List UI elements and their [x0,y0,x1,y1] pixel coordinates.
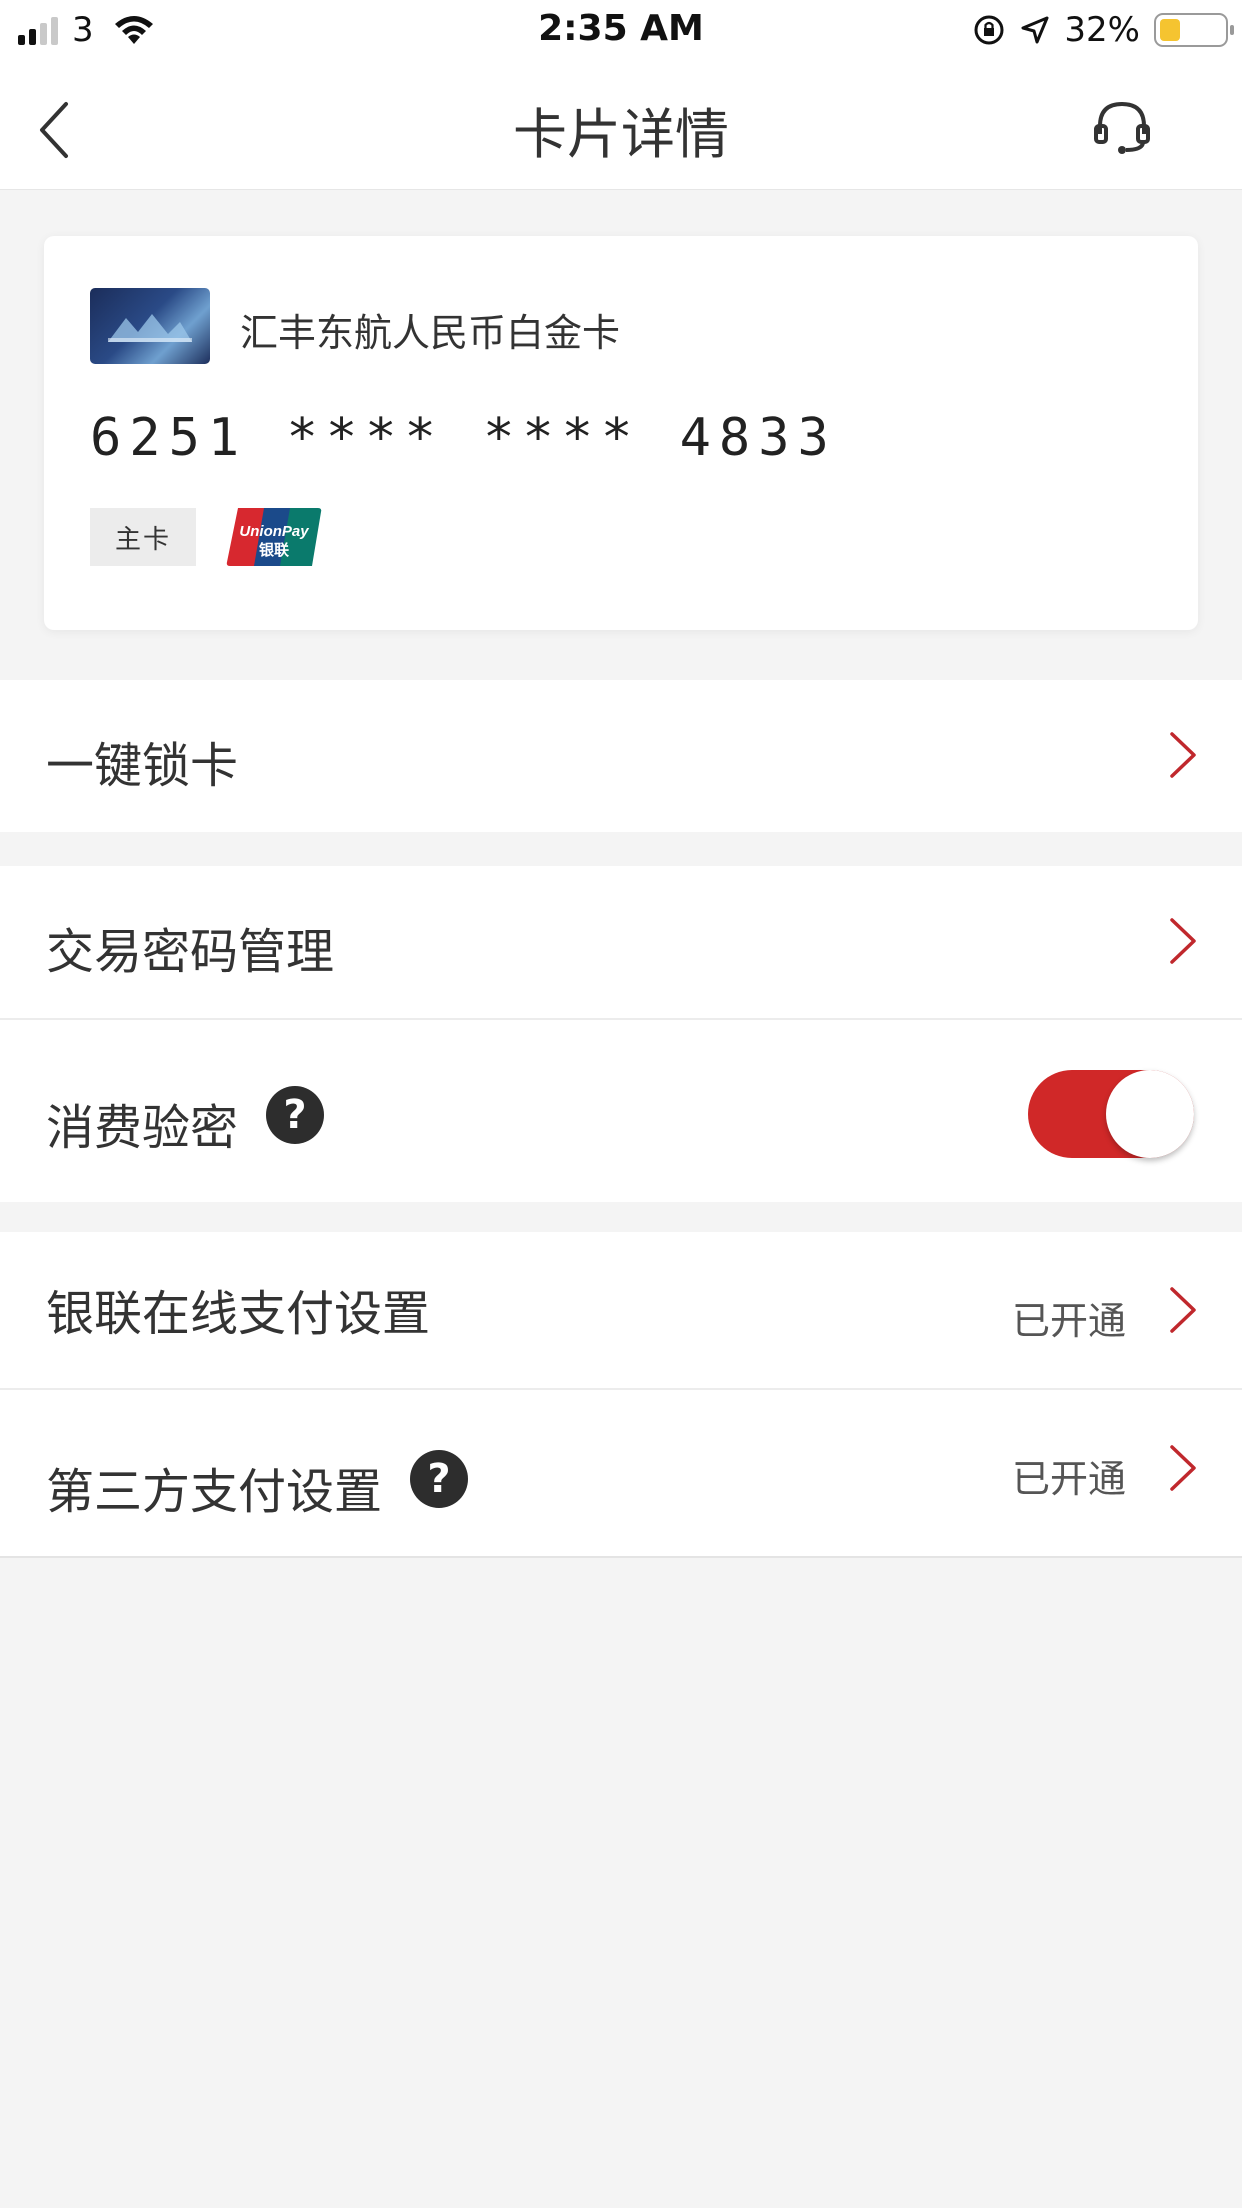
svg-text:银联: 银联 [259,541,290,559]
unionpay-logo: UnionPay 银联 [226,508,322,566]
row-label: 一键锁卡 [46,738,239,794]
row-status-value: 已开通 [1011,1457,1126,1501]
chevron-right-icon [1170,1287,1196,1333]
row-label: 银联在线支付设置 [46,1286,431,1342]
chevron-right-icon [1170,732,1196,778]
divider [0,1556,1242,1558]
toggle-knob [1106,1070,1194,1158]
row-spend-verification: 消费验密 ? [0,1020,1242,1202]
battery-percent: 32% [1064,10,1140,50]
location-icon [1021,16,1049,44]
help-icon[interactable]: ? [410,1450,468,1508]
row-label: 交易密码管理 [46,924,335,980]
chevron-right-icon [1170,918,1196,964]
row-transaction-password[interactable]: 交易密码管理 [0,866,1242,1018]
card-name: 汇丰东航人民币白金卡 [240,311,621,355]
row-lock-card[interactable]: 一键锁卡 [0,680,1242,832]
row-unionpay-online[interactable]: 银联在线支付设置 已开通 [0,1232,1242,1388]
spend-verification-toggle[interactable] [1028,1070,1194,1158]
svg-text:UnionPay: UnionPay [239,523,309,540]
status-right: 32% [972,10,1234,50]
card-panel: 汇丰东航人民币白金卡 6251 **** **** 4833 主卡 UnionP… [44,236,1198,630]
battery-icon [1154,13,1234,47]
row-label: 第三方支付设置 [46,1464,383,1520]
card-art-icon [108,314,192,342]
page-title: 卡片详情 [513,103,729,166]
row-third-party-payment[interactable]: 第三方支付设置 ? 已开通 [0,1390,1242,1556]
orientation-lock-icon [974,15,1004,45]
chevron-right-icon [1170,1445,1196,1491]
card-type-badge: 主卡 [90,508,196,566]
headset-icon[interactable] [1092,98,1152,158]
help-icon[interactable]: ? [266,1086,324,1144]
card-thumbnail [90,288,210,364]
row-label: 消费验密 [46,1100,239,1156]
status-bar: 3 2:35 AM 32% [0,0,1242,62]
nav-bar: 卡片详情 [0,62,1242,190]
row-status-value: 已开通 [1011,1299,1126,1343]
card-number: 6251 **** **** 4833 [90,408,837,468]
